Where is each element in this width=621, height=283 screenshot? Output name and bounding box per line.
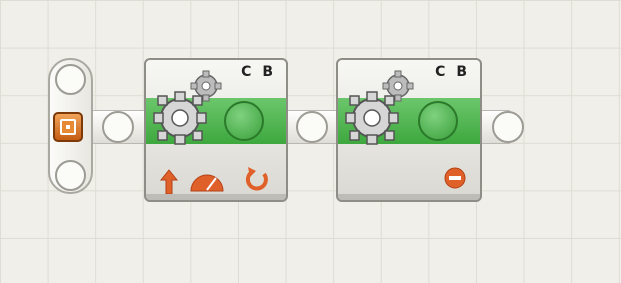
bottom-branch-port[interactable] [55, 160, 86, 191]
block-port-label: C B [435, 64, 470, 80]
block-footer [146, 194, 286, 200]
program-canvas[interactable]: C B C B [0, 0, 621, 283]
start-icon[interactable] [53, 112, 83, 142]
data-plug-icon[interactable] [224, 101, 264, 141]
rotation-icon [245, 167, 268, 191]
block-port-label: C B [241, 64, 276, 80]
sequence-connector-port[interactable] [102, 111, 134, 143]
data-plug-icon[interactable] [418, 101, 458, 141]
sequence-connector-port[interactable] [296, 111, 328, 143]
sequence-end-port[interactable] [492, 111, 524, 143]
block-footer [338, 194, 480, 200]
gears-icon [345, 70, 414, 145]
speedometer-icon [190, 174, 224, 192]
motor-stop-block[interactable]: C B [336, 58, 482, 202]
motor-block[interactable]: C B [144, 58, 288, 202]
gears-icon [153, 70, 222, 145]
up-arrow-icon [159, 169, 179, 195]
stop-icon [444, 167, 466, 189]
top-branch-port[interactable] [55, 64, 86, 95]
